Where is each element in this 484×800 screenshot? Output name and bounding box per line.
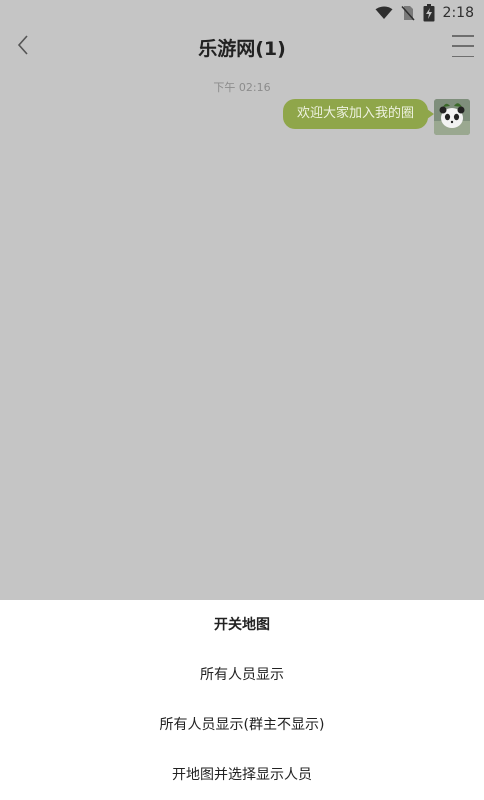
show-all-members-option[interactable]: 所有人员显示 <box>0 650 484 700</box>
open-map-select-members-option[interactable]: 开地图并选择显示人员 <box>0 750 484 800</box>
menu-button[interactable] <box>452 35 474 57</box>
show-all-members-except-owner-option[interactable]: 所有人员显示(群主不显示) <box>0 700 484 750</box>
no-sim-icon <box>400 5 415 21</box>
menu-icon <box>452 35 474 37</box>
avatar[interactable] <box>434 99 470 135</box>
page-title: 乐游网(1) <box>198 38 286 60</box>
battery-charging-icon <box>423 4 435 22</box>
status-time: 2:18 <box>442 5 474 21</box>
top-bar: 乐游网(1) <box>0 26 484 68</box>
toggle-map-option[interactable]: 开关地图 <box>0 600 484 650</box>
message-timestamp: 下午 02:16 <box>213 81 271 94</box>
wifi-icon <box>375 6 393 20</box>
chat-area[interactable]: 下午 02:16 欢迎大家加入我的圈 <box>0 68 484 600</box>
status-bar: 2:18 <box>0 0 484 26</box>
action-sheet: 开关地图 所有人员显示 所有人员显示(群主不显示) 开地图并选择显示人员 <box>0 600 484 800</box>
message-bubble[interactable]: 欢迎大家加入我的圈 <box>282 99 435 129</box>
